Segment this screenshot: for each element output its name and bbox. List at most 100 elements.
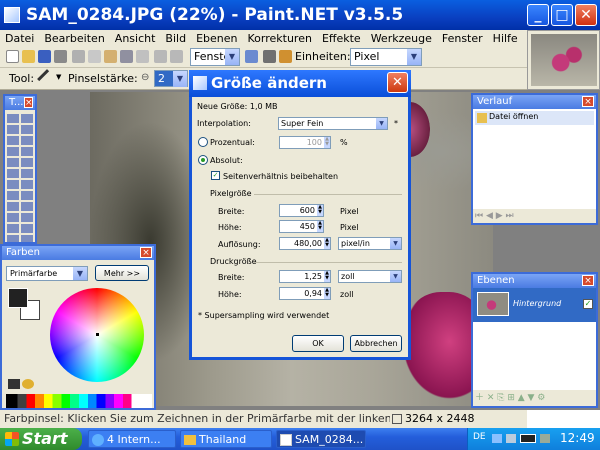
window-titlebar[interactable]: SAM_0284.JPG (22%) - Paint.NET v3.5.5 _ … (0, 0, 600, 30)
speaker-icon[interactable] (506, 434, 516, 443)
taskbar-item-thailand[interactable]: Thailand (180, 430, 272, 448)
spinner-icon[interactable]: ▲ ▼ (324, 238, 330, 249)
close-icon[interactable]: ✕ (387, 72, 408, 93)
spinner-icon[interactable]: ▲ ▼ (317, 221, 323, 232)
layer-row[interactable]: Hintergrund ✓ (473, 288, 596, 322)
layer-controls[interactable]: ＋ ✕ ⎘ ⊞ ▲ ▼ ⚙ (475, 392, 585, 404)
brush-tool-icon[interactable] (37, 69, 57, 89)
cancel-button[interactable]: Abbrechen (350, 335, 402, 352)
tools-panel-title-text: T... (9, 97, 24, 108)
brush-width-label: Pinselstärke: (68, 72, 138, 85)
language-indicator[interactable]: DE (473, 432, 486, 442)
save-icon[interactable] (38, 50, 51, 63)
menu-werkzeuge[interactable]: Werkzeuge (366, 32, 437, 45)
resolution-unit-select[interactable]: pixel/in ▼ (338, 237, 402, 250)
taskbar-item-paintnet[interactable]: SAM_0284... (276, 430, 366, 448)
menu-fenster[interactable]: Fenster (437, 32, 488, 45)
colors-panel-title[interactable]: Farben × (2, 246, 154, 260)
new-icon[interactable] (6, 50, 19, 63)
menu-ebenen[interactable]: Ebenen (191, 32, 242, 45)
menu-bearbeiten[interactable]: Bearbeiten (39, 32, 109, 45)
resize-dialog-titlebar[interactable]: Größe ändern ✕ (189, 70, 411, 97)
print-width-field[interactable]: 1,25 ▲ ▼ (279, 270, 331, 283)
percent-field[interactable]: 100 ▲ ▼ (279, 136, 331, 149)
color-palette[interactable] (6, 394, 152, 408)
taskbar-item-internet[interactable]: 4 Intern... (88, 430, 176, 448)
print-width-label: Breite: (218, 273, 245, 282)
undo-icon[interactable] (154, 50, 167, 63)
menu-bild[interactable]: Bild (160, 32, 191, 45)
redo-icon[interactable] (170, 50, 183, 63)
history-item[interactable]: Datei öffnen (475, 111, 594, 125)
crop-icon[interactable] (120, 50, 133, 63)
resize-icon (193, 76, 207, 90)
layer-visibility-checkbox[interactable]: ✓ (583, 299, 593, 309)
grid-icon[interactable] (263, 50, 276, 63)
palette-icon[interactable] (8, 379, 20, 389)
ok-button[interactable]: OK (292, 335, 344, 352)
percent-radio[interactable] (198, 137, 208, 147)
height-field[interactable]: 450 ▲ ▼ (279, 220, 324, 233)
spinner-icon[interactable]: ▲ ▼ (324, 288, 330, 299)
ruler-icon[interactable] (279, 50, 292, 63)
menu-korrekturen[interactable]: Korrekturen (243, 32, 317, 45)
spinner-icon[interactable]: ▲ ▼ (324, 137, 330, 148)
deselect-icon[interactable] (136, 50, 149, 63)
tools-panel-title[interactable]: T... × (5, 96, 35, 110)
units-combo[interactable]: Pixel ▼ (350, 48, 422, 66)
absolute-radio[interactable] (198, 155, 208, 165)
close-button[interactable]: ✕ (575, 4, 597, 26)
tray-app-icon[interactable] (520, 434, 536, 443)
palette-menu-icon[interactable] (22, 379, 34, 389)
menu-ansicht[interactable]: Ansicht (110, 32, 161, 45)
close-icon[interactable]: × (582, 275, 594, 286)
minus-icon[interactable]: ⊖ (141, 72, 149, 83)
image-thumbnail[interactable] (527, 30, 600, 90)
close-icon[interactable]: × (24, 97, 33, 108)
folder-icon (184, 435, 196, 445)
primary-color-swatch[interactable] (8, 288, 28, 308)
history-panel-title[interactable]: Verlauf × (473, 95, 596, 109)
print-icon[interactable] (54, 50, 67, 63)
print-unit-select[interactable]: zoll ▼ (338, 270, 402, 283)
open-icon[interactable] (22, 50, 35, 63)
print-height-field[interactable]: 0,94 ▲ ▼ (279, 287, 331, 300)
percent-value: 100 (306, 138, 322, 147)
menu-hilfe[interactable]: Hilfe (488, 32, 523, 45)
minimize-button[interactable]: _ (527, 4, 549, 26)
color-mode-combo[interactable]: Primärfarbe ▼ (6, 266, 88, 281)
layers-panel-title[interactable]: Ebenen × (473, 274, 596, 288)
zoom-icon[interactable] (245, 50, 258, 63)
brush-width-combo[interactable]: 2 ▼ (154, 70, 188, 87)
percent-label: Prozentual: (210, 138, 255, 147)
chevron-down-icon[interactable]: ▼ (56, 73, 61, 81)
thumbnail-image (531, 34, 597, 86)
colors-panel: Farben × Primärfarbe ▼ Mehr >> (0, 244, 156, 410)
safely-remove-icon[interactable] (540, 434, 550, 443)
copy-icon[interactable] (88, 50, 101, 63)
spinner-icon[interactable]: ▲ ▼ (324, 271, 330, 282)
percent-unit: % (340, 138, 348, 147)
height-unit: Pixel (340, 223, 359, 232)
history-controls[interactable]: ⏮ ◀ ▶ ⏭ (475, 211, 535, 221)
keep-ratio-checkbox[interactable]: ✓ (211, 171, 220, 180)
window-combo[interactable]: Fenster ▼ (190, 48, 240, 66)
spinner-icon[interactable]: ▲ ▼ (317, 205, 323, 216)
paste-icon[interactable] (104, 50, 117, 63)
network-icon[interactable] (492, 434, 502, 443)
interpolation-select[interactable]: Super Fein ▼ (278, 117, 388, 130)
resolution-field[interactable]: 480,00 ▲ ▼ (279, 237, 331, 250)
menu-effekte[interactable]: Effekte (317, 32, 366, 45)
more-colors-button[interactable]: Mehr >> (95, 265, 149, 281)
tools-panel: T... × (3, 94, 37, 244)
maximize-button[interactable]: □ (551, 4, 573, 26)
resolution-value: 480,00 (294, 239, 322, 248)
close-icon[interactable]: × (140, 247, 152, 258)
cut-icon[interactable] (72, 50, 85, 63)
menu-datei[interactable]: Datei (0, 32, 39, 45)
start-button[interactable]: Start (0, 428, 82, 450)
width-unit: Pixel (340, 207, 359, 216)
resize-dialog-title: Größe ändern (211, 74, 327, 92)
width-field[interactable]: 600 ▲ ▼ (279, 204, 324, 217)
close-icon[interactable]: × (582, 96, 594, 107)
